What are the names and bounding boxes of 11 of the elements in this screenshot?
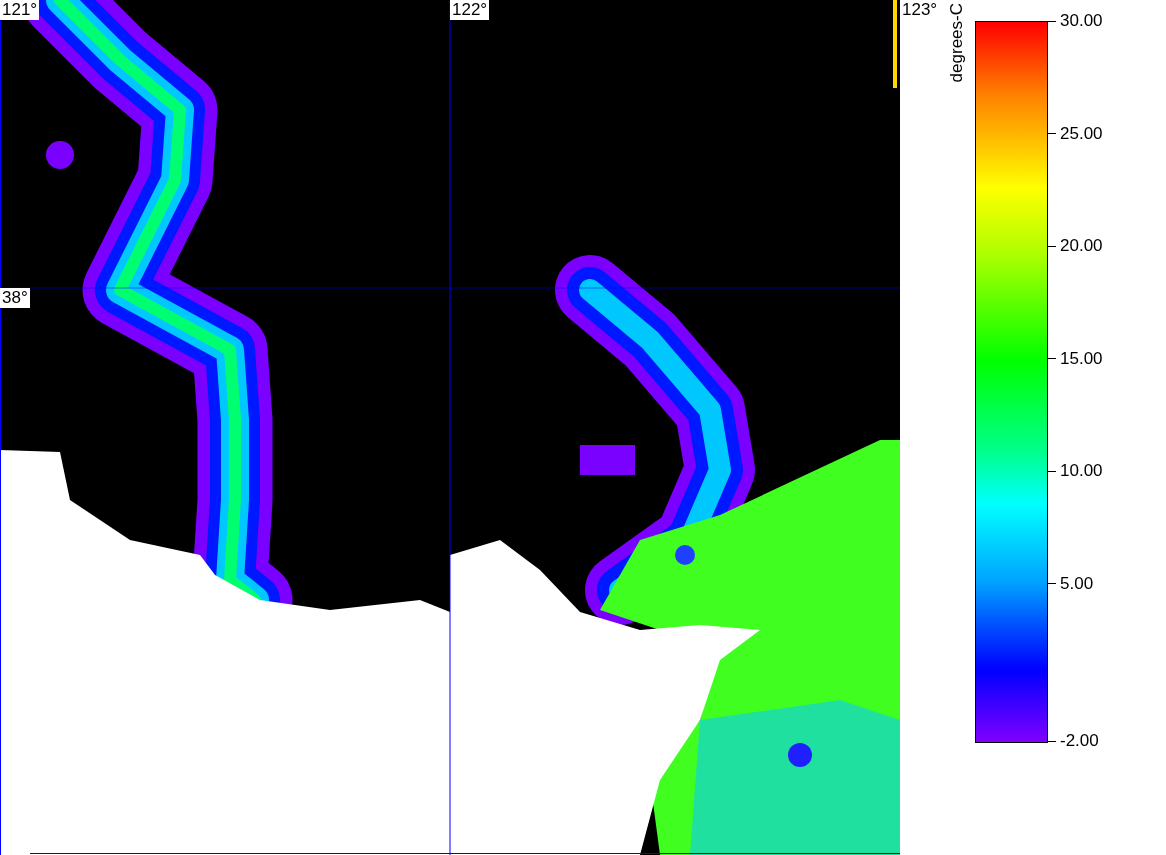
colorbar-title: degrees-C: [947, 3, 967, 83]
colorbar-tick-label: 30.00: [1060, 11, 1103, 31]
colorbar-tick-label: 5.00: [1060, 573, 1094, 594]
colorbar-tick-label: 15.00: [1060, 348, 1103, 369]
longitude-label: 121°: [0, 0, 40, 20]
colorbar-tick-label: 20.00: [1060, 236, 1103, 256]
colorbar-tick-label: 25.00: [1060, 123, 1103, 144]
colorbar-tick-label: -2.00: [1060, 731, 1099, 751]
longitude-label: 122°: [450, 0, 490, 20]
colorbar-tick-label: 10.00: [1060, 461, 1103, 481]
latitude-label: 38°: [0, 288, 30, 308]
